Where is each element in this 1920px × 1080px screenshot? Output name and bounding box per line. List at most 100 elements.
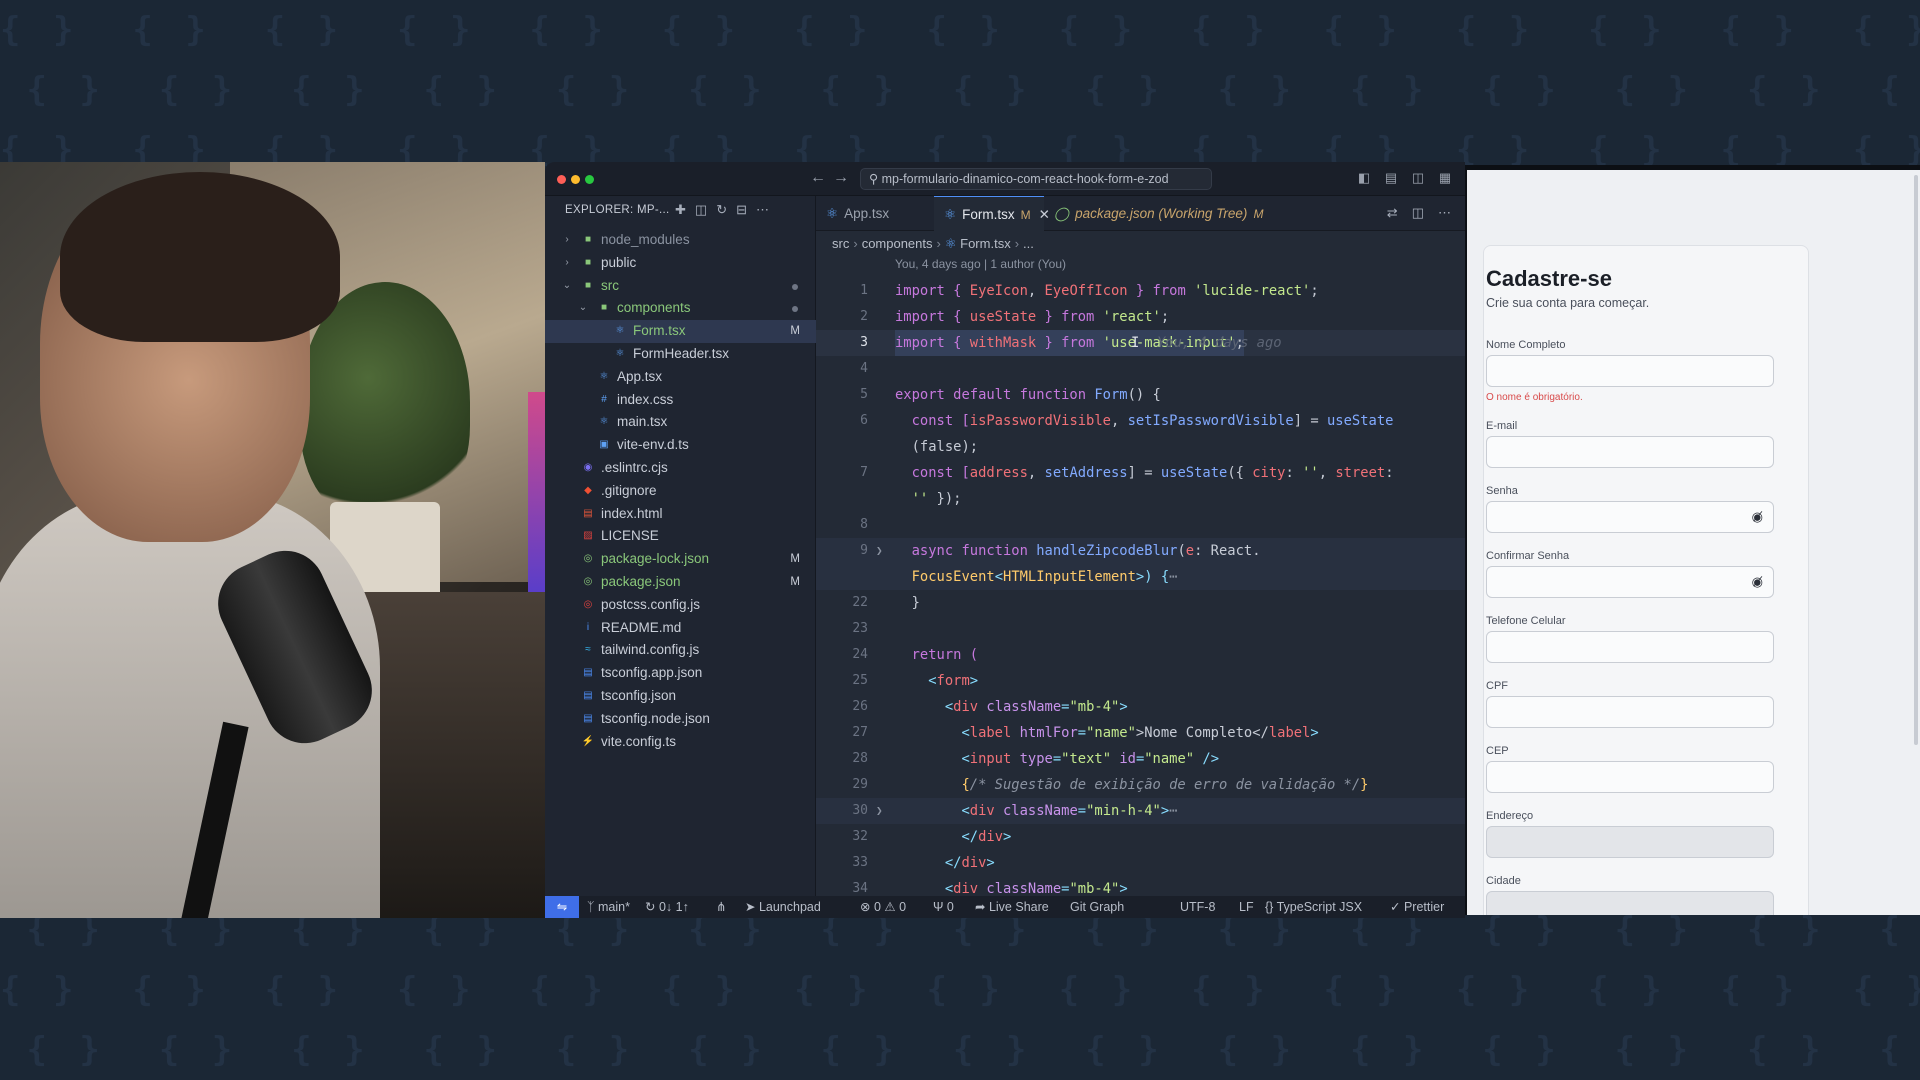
problems-status[interactable]: ⊗ 0 ⚠ 0 [860, 896, 906, 918]
file-item[interactable]: i README.md [545, 617, 816, 640]
remote-indicator-icon[interactable]: ⇋ [545, 896, 579, 918]
title-bar: ← → ⚲ mp-formulario-dinamico-com-react-h… [545, 162, 1465, 196]
form-input[interactable] [1486, 696, 1774, 728]
folder-icon: ■ [584, 234, 592, 245]
ports-status[interactable]: Ψ 0 [933, 896, 954, 918]
file-item[interactable]: ▣ vite-env.d.ts [545, 434, 816, 457]
file-item[interactable]: ⚛ Form.tsx M [545, 320, 816, 343]
file-item[interactable]: ▨ LICENSE [545, 525, 816, 548]
tab-form-tsx[interactable]: ⚛ Form.tsx M ✕ [934, 196, 1050, 231]
line-number: 25 [852, 673, 868, 688]
maximize-window-button[interactable] [585, 175, 594, 184]
line-number: 24 [852, 647, 868, 662]
toggle-secondary-sidebar-icon[interactable]: ◫ [1410, 170, 1426, 186]
breadcrumb-symbol[interactable]: ... [1023, 236, 1034, 251]
git-blame-codelens[interactable]: You, 4 days ago | 1 author (You) [895, 257, 1066, 271]
vite-icon: ⚡ [581, 735, 595, 747]
file-item[interactable]: ≈ tailwind.config.js [545, 639, 816, 662]
more-actions-icon[interactable]: ⋯ [756, 202, 769, 217]
file-item[interactable]: ◉ .eslintrc.cjs [545, 457, 816, 480]
encoding-status[interactable]: UTF-8 [1180, 896, 1215, 918]
line-number: 28 [852, 751, 868, 766]
tab-app-tsx[interactable]: ⚛ App.tsx [816, 196, 934, 231]
refresh-icon[interactable]: ↻ [716, 202, 727, 217]
folder-item[interactable]: › ■ public [545, 252, 816, 275]
breadcrumb-components[interactable]: components [862, 236, 933, 251]
code-line: 32 </div> [816, 824, 1465, 850]
form-input[interactable] [1486, 436, 1774, 468]
tree-item-label: README.md [601, 619, 682, 635]
split-editor-icon[interactable]: ◫ [1412, 205, 1424, 220]
vscode-window: ← → ⚲ mp-formulario-dinamico-com-react-h… [545, 162, 1465, 918]
form-input[interactable] [1486, 631, 1774, 663]
eol-status[interactable]: LF [1239, 896, 1254, 918]
customize-layout-icon[interactable]: ▦ [1437, 170, 1453, 186]
chevron-right-icon[interactable]: › [561, 252, 573, 275]
code-line: 22 } [816, 590, 1465, 616]
file-item[interactable]: ▤ index.html [545, 503, 816, 526]
code-editor[interactable]: 1 import { EyeIcon, EyeOffIcon } from 'lu… [816, 278, 1465, 902]
fold-chevron-icon[interactable]: ❯ [876, 798, 883, 824]
toggle-panel-icon[interactable]: ▤ [1383, 170, 1399, 186]
toggle-sidebar-icon[interactable]: ◧ [1356, 170, 1372, 186]
file-item[interactable]: ◎ package.json M [545, 571, 816, 594]
back-arrow-icon[interactable]: ← [810, 169, 826, 187]
folder-item[interactable]: ⌄ ■ components [545, 297, 816, 320]
file-item[interactable]: ⚡ vite.config.ts [545, 731, 816, 754]
npm-icon: ◎ [583, 553, 593, 565]
live-share-status[interactable]: ➦ Live Share [975, 896, 1049, 918]
breadcrumb-file[interactable]: Form.tsx [960, 236, 1011, 251]
file-item[interactable]: ⚛ App.tsx [545, 366, 816, 389]
code-line: 5 export default function Form() { [816, 382, 1465, 408]
prettier-status[interactable]: ✓ Prettier [1390, 896, 1444, 918]
file-item[interactable]: ▤ tsconfig.json [545, 685, 816, 708]
sync-status[interactable]: ↻ 0↓ 1↑ [645, 896, 689, 918]
file-item[interactable]: ◎ package-lock.json M [545, 548, 816, 571]
more-actions-icon[interactable]: ⋯ [1438, 205, 1451, 220]
new-folder-icon[interactable]: ◫ [695, 202, 707, 217]
form-input[interactable] [1486, 355, 1774, 387]
git-branch-status[interactable]: ᛉ main* [587, 896, 630, 918]
explorer-actions: ✚ ◫ ↻ ⊟ ⋯ [675, 202, 778, 218]
line-number: 6 [860, 413, 868, 428]
code-line: 25 <form> [816, 668, 1465, 694]
form-input[interactable] [1486, 761, 1774, 793]
git-graph-status-icon[interactable]: ⋔ [716, 896, 726, 918]
eye-off-icon[interactable]: ◉̸ [1752, 509, 1763, 525]
file-item[interactable]: ◎ postcss.config.js [545, 594, 816, 617]
file-item[interactable]: ▤ tsconfig.app.json [545, 662, 816, 685]
language-status[interactable]: {} TypeScript JSX [1265, 896, 1362, 918]
browser-scrollbar[interactable] [1914, 175, 1918, 745]
file-item[interactable]: ◆ .gitignore [545, 480, 816, 503]
command-center-search[interactable]: ⚲ mp-formulario-dinamico-com-react-hook-… [860, 168, 1212, 190]
fold-chevron-icon[interactable]: ❯ [876, 538, 883, 564]
chevron-down-icon[interactable]: ⌄ [561, 275, 573, 298]
eye-off-icon[interactable]: ◉̸ [1752, 574, 1763, 590]
form-input[interactable]: ◉̸ [1486, 501, 1774, 533]
folder-item[interactable]: ⌄ ■ src [545, 275, 816, 298]
tree-item-label: components [617, 300, 691, 316]
line-number: 7 [860, 465, 868, 480]
launchpad-status[interactable]: ➤ Launchpad [745, 896, 821, 918]
forward-arrow-icon[interactable]: → [833, 169, 849, 187]
breadcrumb-src[interactable]: src [832, 236, 849, 251]
minimize-window-button[interactable] [571, 175, 580, 184]
form-field-label: E-mail [1486, 420, 1518, 432]
new-file-icon[interactable]: ✚ [675, 202, 686, 217]
file-item[interactable]: # index.css [545, 389, 816, 412]
open-changes-icon[interactable]: ⇄ [1387, 205, 1398, 220]
file-item[interactable]: ⚛ main.tsx [545, 411, 816, 434]
tab-package-json-working-tree[interactable]: ◯ package.json (Working Tree) M [1044, 196, 1274, 231]
file-item[interactable]: ⚛ FormHeader.tsx [545, 343, 816, 366]
chevron-right-icon[interactable]: › [561, 229, 573, 252]
webcam-person-hair [60, 172, 340, 342]
git-graph-status[interactable]: Git Graph [1070, 896, 1124, 918]
code-line: 8 [816, 512, 1465, 538]
file-item[interactable]: ▤ tsconfig.node.json [545, 708, 816, 731]
collapse-all-icon[interactable]: ⊟ [736, 202, 747, 217]
folder-item[interactable]: › ■ node_modules [545, 229, 816, 252]
chevron-down-icon[interactable]: ⌄ [577, 297, 589, 320]
form-input[interactable]: ◉̸ [1486, 566, 1774, 598]
close-window-button[interactable] [557, 175, 566, 184]
warning-icon: ⚠ [880, 900, 900, 914]
